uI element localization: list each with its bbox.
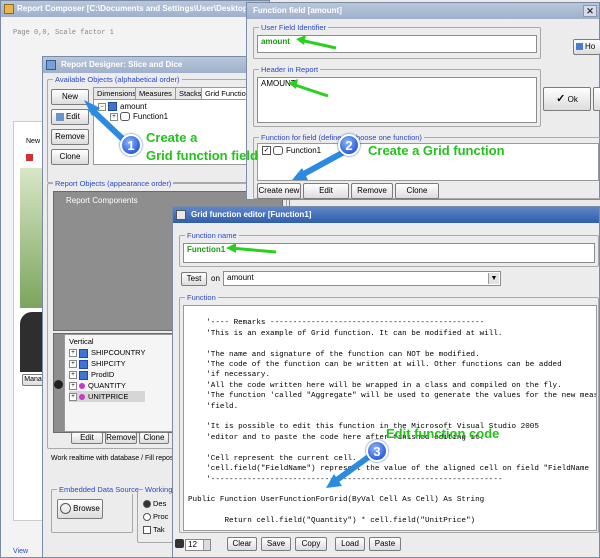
step-1-line1: Create a <box>146 130 198 145</box>
green-arrow-function-name <box>229 246 277 254</box>
arrow-1 <box>87 105 129 145</box>
green-arrow-header-head <box>288 79 298 89</box>
step-1-line2: Grid function field <box>146 148 258 163</box>
annotation-arrows <box>84 35 372 488</box>
step-2-badge: 2 <box>338 134 360 156</box>
arrow-2 <box>298 149 346 179</box>
green-arrow-header <box>291 82 329 98</box>
step-2-text: Create a Grid function <box>368 143 505 158</box>
green-arrow-identifier <box>299 38 337 50</box>
step-1-badge: 1 <box>120 134 142 156</box>
arrow-3 <box>332 453 372 485</box>
green-arrow-identifier-head <box>296 35 306 45</box>
step-3-text: Edit function code <box>386 426 500 441</box>
step-3-badge: 3 <box>366 440 388 462</box>
green-arrow-function-name-head <box>226 243 236 253</box>
